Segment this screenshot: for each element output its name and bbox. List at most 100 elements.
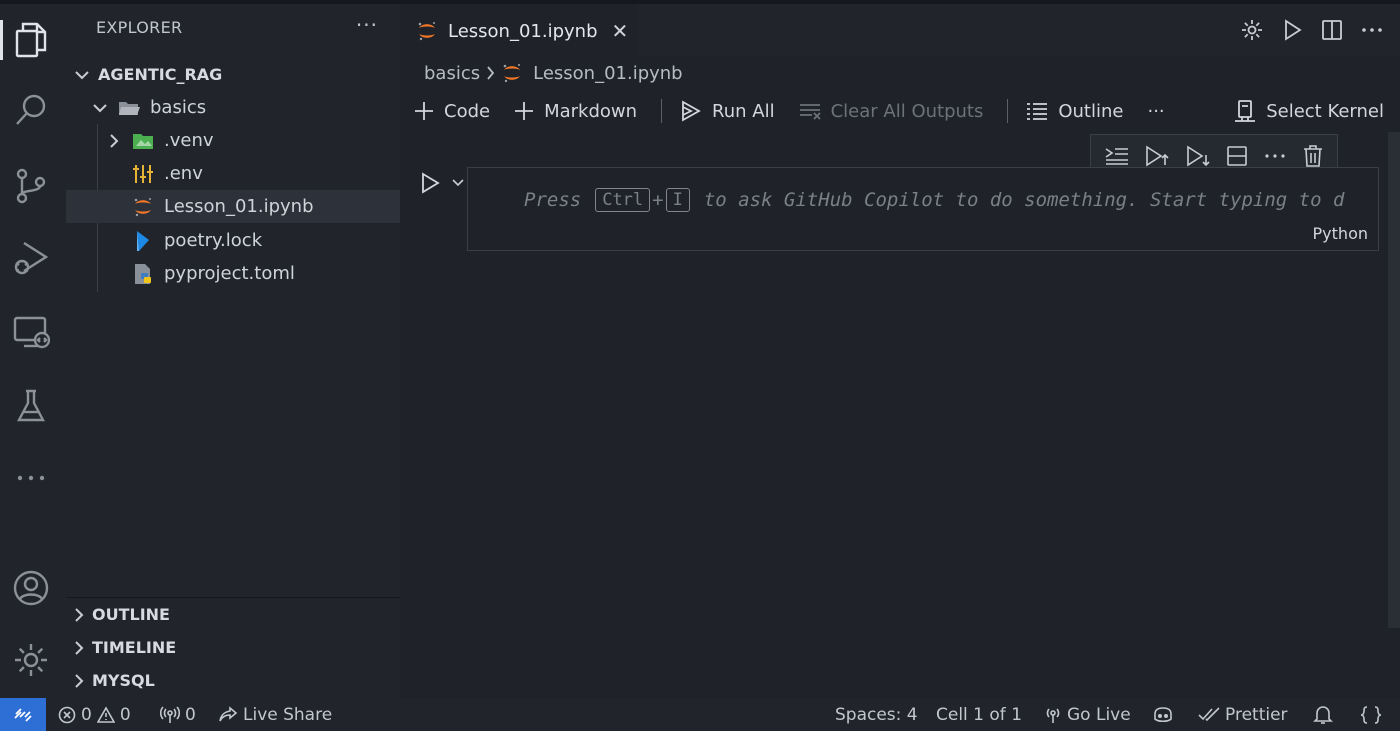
tree-item-env[interactable]: .env bbox=[66, 157, 400, 190]
sidebar-more-actions[interactable]: ··· bbox=[356, 13, 378, 37]
split-cell-icon[interactable] bbox=[1226, 145, 1248, 167]
plus-icon bbox=[515, 102, 534, 120]
tree-item-label: poetry.lock bbox=[164, 230, 263, 251]
cell-language-indicator[interactable]: Python bbox=[1313, 224, 1368, 243]
tree-item-poetry-lock[interactable]: poetry.lock bbox=[66, 224, 400, 257]
tree-item-label: pyproject.toml bbox=[164, 263, 295, 284]
select-kernel-button[interactable]: Select Kernel bbox=[1234, 99, 1384, 123]
cell-more-icon[interactable] bbox=[1264, 153, 1286, 159]
prettier-label: Prettier bbox=[1225, 704, 1288, 725]
broadcast-icon bbox=[1044, 706, 1062, 724]
tree-item-label: .venv bbox=[164, 130, 214, 151]
placeholder-press: Press bbox=[524, 189, 582, 211]
account-icon[interactable] bbox=[9, 566, 53, 610]
tree-item-pyproject[interactable]: pyproject.toml bbox=[66, 257, 400, 290]
section-label: OUTLINE bbox=[92, 605, 170, 624]
warning-icon bbox=[96, 705, 115, 724]
notifications-bell-icon[interactable] bbox=[1313, 698, 1333, 731]
python-config-icon bbox=[132, 263, 154, 285]
clear-all-outputs-button[interactable]: Clear All Outputs bbox=[799, 101, 983, 122]
editor-scrollbar[interactable] bbox=[1388, 132, 1400, 628]
jupyter-icon bbox=[416, 20, 438, 42]
problems-indicator[interactable]: 0 0 bbox=[58, 698, 131, 731]
run-all-icon bbox=[682, 100, 701, 122]
tree-item-venv[interactable]: .venv bbox=[66, 124, 400, 157]
activity-bar bbox=[0, 4, 66, 698]
language-braces-icon[interactable] bbox=[1360, 698, 1382, 731]
chevron-right-icon bbox=[74, 607, 84, 622]
chevron-down-icon bbox=[92, 100, 108, 116]
section-label: MYSQL bbox=[92, 671, 155, 690]
add-markdown-label: Markdown bbox=[544, 100, 638, 122]
execute-cell-icon[interactable] bbox=[420, 172, 440, 194]
search-icon[interactable] bbox=[9, 88, 53, 132]
section-mysql[interactable]: MYSQL bbox=[66, 664, 400, 697]
run-play-icon[interactable] bbox=[1280, 18, 1304, 42]
jupyter-icon bbox=[132, 196, 154, 218]
broadcast-icon bbox=[160, 705, 180, 724]
breadcrumb-file[interactable]: Lesson_01.ipynb bbox=[533, 63, 683, 84]
chevron-right-icon bbox=[106, 133, 122, 149]
chevron-down-icon bbox=[74, 67, 90, 83]
folder-venv-icon bbox=[132, 130, 154, 152]
more-actions-icon[interactable] bbox=[1360, 18, 1384, 42]
chevron-right-icon bbox=[486, 66, 495, 80]
live-share-icon bbox=[218, 705, 238, 724]
plus-icon bbox=[415, 102, 433, 120]
remote-indicator[interactable] bbox=[0, 698, 46, 731]
editor-actions bbox=[1240, 18, 1384, 42]
ports-count: 0 bbox=[185, 704, 196, 725]
jupyter-icon bbox=[501, 62, 523, 84]
go-live-label: Go Live bbox=[1067, 704, 1131, 725]
add-code-label: Code bbox=[444, 100, 491, 122]
select-kernel-label: Select Kernel bbox=[1266, 100, 1384, 122]
double-check-icon bbox=[1198, 706, 1220, 723]
cell-run-controls bbox=[420, 172, 464, 194]
section-label: TIMELINE bbox=[92, 638, 177, 657]
ports-indicator[interactable]: 0 bbox=[160, 698, 196, 731]
outline-button[interactable]: Outline bbox=[1026, 101, 1123, 122]
indentation-indicator[interactable]: Spaces: 4 bbox=[835, 698, 918, 731]
kbd-plus: + bbox=[652, 189, 664, 211]
source-control-icon[interactable] bbox=[9, 164, 53, 208]
placeholder-hint: to ask GitHub Copilot to do something. S… bbox=[703, 189, 1345, 211]
tree-folder-label: basics bbox=[150, 97, 207, 118]
toolbar-divider bbox=[661, 99, 663, 123]
add-markdown-cell-button[interactable]: Markdown bbox=[514, 101, 637, 122]
section-outline[interactable]: OUTLINE bbox=[66, 598, 400, 631]
tab-close-icon[interactable]: ✕ bbox=[612, 19, 629, 43]
remote-explorer-icon[interactable] bbox=[9, 310, 53, 354]
run-all-button[interactable]: Run All bbox=[680, 100, 775, 122]
notebook-toolbar: Code Markdown Run All Clear All Outputs … bbox=[414, 96, 1400, 126]
code-cell[interactable]: Press Ctrl + I to ask GitHub Copilot to … bbox=[467, 167, 1379, 251]
section-timeline[interactable]: TIMELINE bbox=[66, 631, 400, 664]
list-outline-icon bbox=[1027, 103, 1048, 120]
more-views-icon[interactable] bbox=[9, 456, 53, 500]
tab-lesson-notebook[interactable]: Lesson_01.ipynb ✕ bbox=[400, 4, 638, 56]
notebook-settings-gear-icon[interactable] bbox=[1240, 18, 1264, 42]
explorer-icon[interactable] bbox=[0, 18, 53, 62]
breadcrumb: basics Lesson_01.ipynb bbox=[424, 62, 683, 84]
delete-cell-trash-icon[interactable] bbox=[1303, 145, 1323, 167]
cell-position-indicator[interactable]: Cell 1 of 1 bbox=[936, 698, 1022, 731]
add-code-cell-button[interactable]: Code bbox=[414, 101, 490, 122]
go-live-button[interactable]: Go Live bbox=[1044, 698, 1131, 731]
tree-item-label: .env bbox=[164, 163, 203, 184]
split-editor-icon[interactable] bbox=[1320, 18, 1344, 42]
prettier-status[interactable]: Prettier bbox=[1198, 698, 1288, 731]
tree-root-agentic-rag[interactable]: AGENTIC_RAG bbox=[66, 58, 400, 91]
toolbar-more-button[interactable]: ··· bbox=[1147, 101, 1164, 122]
live-share-button[interactable]: Live Share bbox=[218, 698, 332, 731]
execute-above-icon[interactable] bbox=[1145, 145, 1170, 167]
toolbar-divider bbox=[1007, 99, 1009, 123]
run-by-line-icon[interactable] bbox=[1105, 146, 1129, 166]
testing-flask-icon[interactable] bbox=[9, 384, 53, 428]
tree-folder-basics[interactable]: basics bbox=[66, 91, 400, 124]
run-debug-icon[interactable] bbox=[9, 236, 53, 280]
manage-gear-icon[interactable] bbox=[9, 638, 53, 682]
copilot-status[interactable] bbox=[1152, 698, 1174, 731]
chevron-down-icon[interactable] bbox=[452, 179, 464, 187]
tree-item-lesson-notebook[interactable]: Lesson_01.ipynb bbox=[66, 190, 400, 223]
execute-below-icon[interactable] bbox=[1186, 145, 1210, 167]
breadcrumb-folder[interactable]: basics bbox=[424, 63, 480, 84]
